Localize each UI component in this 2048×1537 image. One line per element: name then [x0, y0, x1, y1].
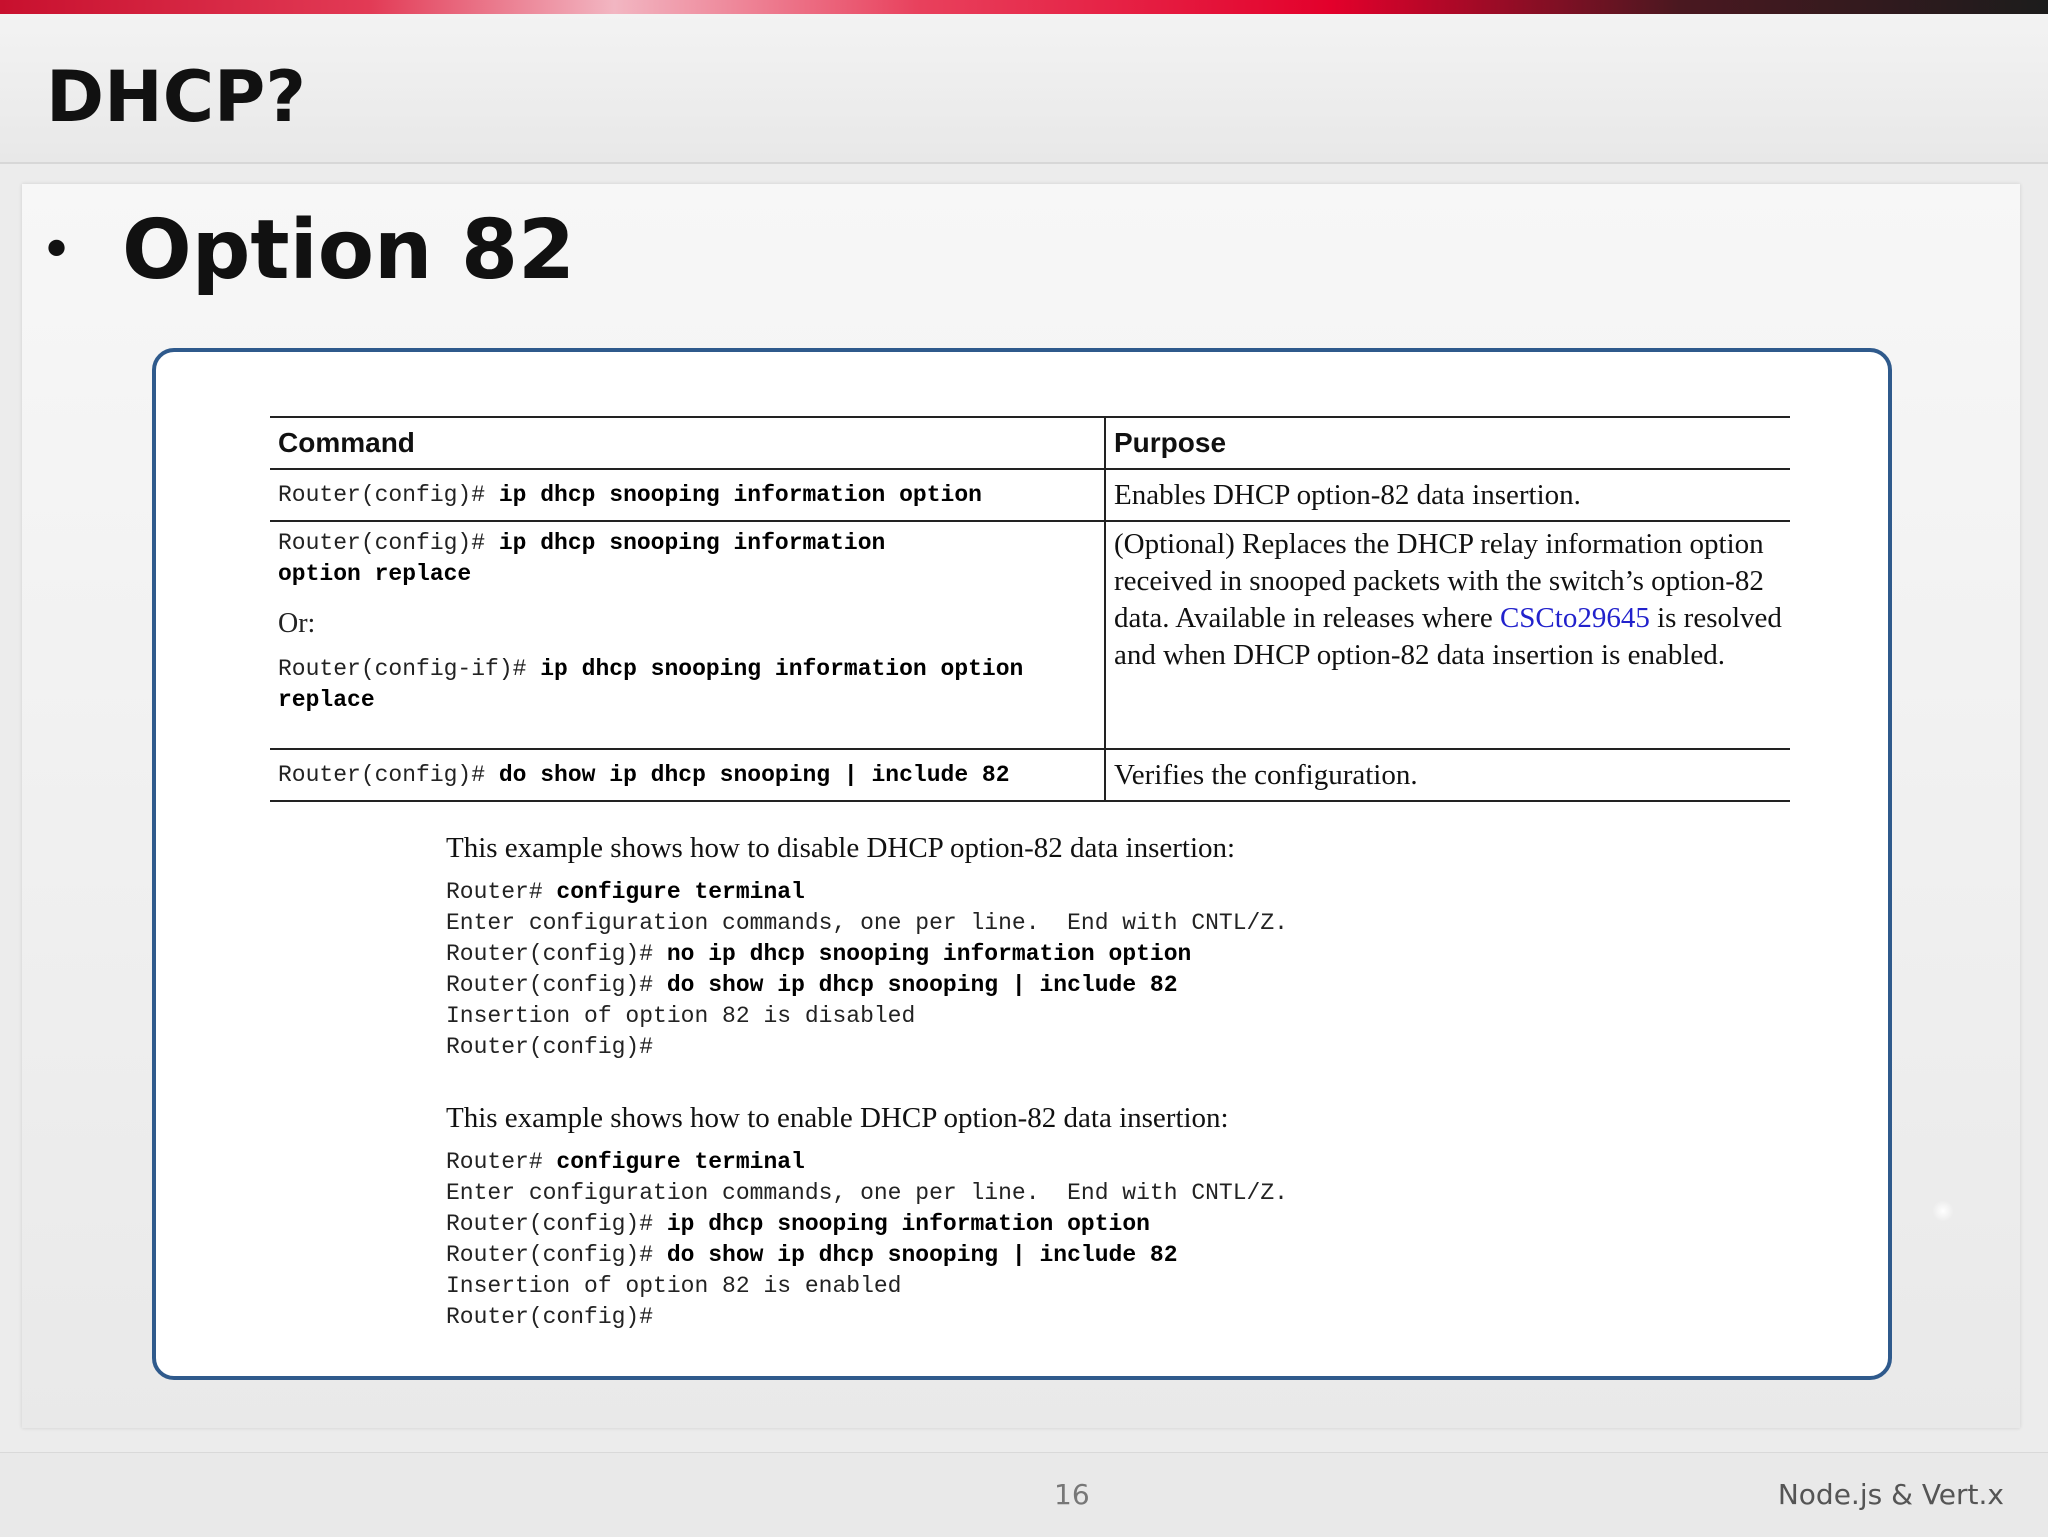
bullet-text: Option 82	[122, 202, 576, 298]
decorative-glow	[1932, 1200, 1954, 1222]
command-keyword: ip dhcp snooping information option	[540, 656, 1024, 682]
code-line: Insertion of option 82 is enabled	[446, 1271, 1746, 1302]
command-line: Router(config)# do show ip dhcp snooping…	[278, 760, 1096, 791]
column-header-purpose: Purpose	[1105, 416, 1790, 470]
table-row: Router(config)# do show ip dhcp snooping…	[270, 748, 1790, 802]
example-enable: This example shows how to enable DHCP op…	[446, 1102, 1746, 1333]
code-line: Router(config)#	[446, 1302, 1746, 1333]
code-command: configure terminal	[556, 1149, 805, 1175]
column-header-command: Command	[270, 416, 1106, 470]
command-line: Router(config)# ip dhcp snooping informa…	[278, 528, 1096, 559]
code-line: Router# configure terminal	[446, 1147, 1746, 1178]
code-line: Enter configuration commands, one per li…	[446, 908, 1746, 939]
slide-header: DHCP?	[0, 14, 2048, 164]
bullet-item: • Option 82	[40, 200, 575, 300]
bug-id-link[interactable]: CSCto29645	[1500, 602, 1650, 634]
command-cell: Router(config)# do show ip dhcp snooping…	[270, 748, 1106, 802]
top-accent-bar	[0, 0, 2048, 14]
code-line: Router(config)# ip dhcp snooping informa…	[446, 1209, 1746, 1240]
example-disable: This example shows how to disable DHCP o…	[446, 832, 1746, 1063]
code-prompt: Router#	[446, 1149, 557, 1175]
code-prompt: Router#	[446, 879, 557, 905]
command-line: Router(config-if)# ip dhcp snooping info…	[278, 654, 1096, 685]
code-command: configure terminal	[556, 879, 805, 905]
command-line: replace	[278, 685, 1096, 716]
command-keyword: do show ip dhcp snooping | include 82	[498, 761, 1010, 788]
code-line: Router(config)# do show ip dhcp snooping…	[446, 1240, 1746, 1271]
example-caption: This example shows how to disable DHCP o…	[446, 832, 1236, 864]
code-prompt: Router(config)#	[446, 1211, 667, 1237]
command-keyword: ip dhcp snooping information option	[498, 481, 982, 508]
code-command: no ip dhcp snooping information option	[666, 941, 1192, 967]
code-output: Enter configuration commands, one per li…	[446, 1180, 1288, 1206]
code-line: Router(config)# no ip dhcp snooping info…	[446, 939, 1746, 970]
table-header-row: Command Purpose	[270, 416, 1790, 470]
example-caption: This example shows how to enable DHCP op…	[446, 1102, 1229, 1134]
code-line: Router(config)#	[446, 1032, 1746, 1063]
code-line: Enter configuration commands, one per li…	[446, 1178, 1746, 1209]
purpose-cell: Verifies the configuration.	[1105, 748, 1790, 802]
command-keyword: option replace	[278, 561, 472, 587]
code-command: ip dhcp snooping information option	[666, 1211, 1150, 1237]
code-output: Insertion of option 82 is disabled	[446, 1003, 916, 1029]
command-prompt: Router(config-if)#	[278, 656, 541, 682]
command-line: Router(config)# ip dhcp snooping informa…	[278, 480, 1096, 511]
code-output: Insertion of option 82 is enabled	[446, 1273, 902, 1299]
command-table: Command Purpose Router(config)# ip dhcp …	[270, 416, 1790, 802]
command-prompt: Router(config)#	[278, 761, 499, 788]
command-prompt: Router(config)#	[278, 481, 499, 508]
command-cell: Router(config)# ip dhcp snooping informa…	[270, 468, 1106, 522]
slide-title: DHCP?	[46, 56, 306, 138]
code-line: Router# configure terminal	[446, 877, 1746, 908]
bullet-dot-icon: •	[40, 217, 74, 283]
command-cell: Router(config)# ip dhcp snooping informa…	[270, 520, 1106, 750]
code-output: Enter configuration commands, one per li…	[446, 910, 1288, 936]
command-keyword: replace	[278, 687, 375, 713]
code-command: do show ip dhcp snooping | include 82	[666, 1242, 1178, 1268]
command-line: option replace	[278, 559, 1096, 590]
page-number: 16	[1054, 1478, 1090, 1511]
code-line: Router(config)# do show ip dhcp snooping…	[446, 970, 1746, 1001]
code-prompt: Router(config)#	[446, 972, 667, 998]
code-prompt: Router(config)#	[446, 1242, 667, 1268]
purpose-cell: Enables DHCP option-82 data insertion.	[1105, 468, 1790, 522]
footer-label: Node.js & Vert.x	[1777, 1478, 2004, 1511]
or-separator: Or:	[278, 608, 316, 639]
code-prompt: Router(config)#	[446, 941, 667, 967]
command-keyword: ip dhcp snooping information	[498, 530, 886, 556]
table-row: Router(config)# ip dhcp snooping informa…	[270, 520, 1790, 750]
table-row: Router(config)# ip dhcp snooping informa…	[270, 468, 1790, 522]
code-line: Insertion of option 82 is disabled	[446, 1001, 1746, 1032]
command-prompt: Router(config)#	[278, 530, 499, 556]
code-prompt: Router(config)#	[446, 1034, 654, 1060]
code-command: do show ip dhcp snooping | include 82	[666, 972, 1178, 998]
slide-footer	[0, 1452, 2048, 1537]
purpose-cell: (Optional) Replaces the DHCP relay infor…	[1105, 520, 1790, 750]
code-prompt: Router(config)#	[446, 1304, 654, 1330]
